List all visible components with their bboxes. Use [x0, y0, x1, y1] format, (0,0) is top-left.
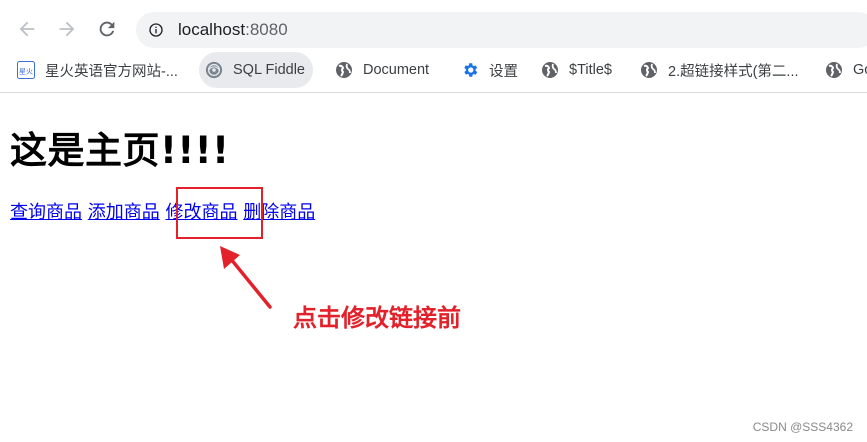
bookmark-xinghuo[interactable]: 星火 星火英语官方网站-...	[17, 52, 178, 88]
query-goods-link[interactable]: 查询商品	[10, 202, 82, 223]
bookmark-label: Document	[363, 62, 430, 78]
address-bar[interactable]: localhost:8080	[136, 12, 867, 48]
add-goods-link[interactable]: 添加商品	[88, 202, 160, 223]
bookmark-label: 2.超链接样式(第二...	[668, 63, 799, 80]
reload-button[interactable]	[95, 17, 119, 41]
globe-icon	[541, 61, 559, 79]
globe-icon	[335, 61, 353, 79]
annotation-text: 点击修改链接前	[293, 304, 461, 332]
bookmark-settings[interactable]: 设置	[461, 52, 518, 88]
globe-icon	[640, 61, 658, 79]
highlight-box	[176, 187, 263, 239]
watermark: CSDN @SSS4362	[752, 420, 853, 434]
page-content: 这是主页!!!! 查询商品 添加商品 修改商品 删除商品 点击修改链接前 CSD…	[0, 93, 867, 442]
page-title: 这是主页!!!!	[10, 129, 230, 172]
address-port: :8080	[245, 20, 288, 39]
address-url: localhost:8080	[178, 19, 288, 41]
bookmark-title[interactable]: $Title$	[541, 52, 612, 88]
annotation-arrow-icon	[220, 246, 272, 309]
back-arrow-icon	[19, 21, 35, 37]
bookmark-link-style[interactable]: 2.超链接样式(第二...	[640, 52, 799, 88]
globe-icon	[825, 61, 843, 79]
back-button[interactable]	[15, 17, 39, 41]
site-info-icon[interactable]	[148, 22, 164, 38]
link-row: 查询商品 添加商品 修改商品 删除商品	[10, 201, 315, 225]
forward-button[interactable]	[55, 17, 79, 41]
bookmarks-bar: 星火 星火英语官方网站-... SQL Fiddle Document 设置 $…	[0, 52, 867, 88]
xinghuo-logo-icon: 星火	[17, 61, 35, 79]
bookmark-label: $Title$	[569, 62, 612, 78]
bookmark-label: 星火英语官方网站-...	[45, 63, 178, 80]
bookmark-label: Go	[853, 62, 867, 78]
sql-fiddle-icon	[205, 61, 223, 79]
browser-chrome: localhost:8080 星火 星火英语官方网站-... SQL Fiddl…	[0, 0, 867, 93]
bookmark-label: SQL Fiddle	[233, 62, 305, 78]
address-host: localhost	[178, 20, 246, 39]
gear-icon	[461, 61, 479, 79]
bookmark-sql-fiddle[interactable]: SQL Fiddle	[199, 52, 313, 88]
forward-arrow-icon	[59, 21, 75, 37]
bookmark-go[interactable]: Go	[825, 52, 867, 88]
reload-icon	[99, 21, 115, 37]
bookmark-label: 设置	[489, 63, 518, 80]
bookmark-document[interactable]: Document	[335, 52, 429, 88]
tab-strip	[0, 0, 867, 7]
svg-text:星火: 星火	[19, 68, 33, 76]
